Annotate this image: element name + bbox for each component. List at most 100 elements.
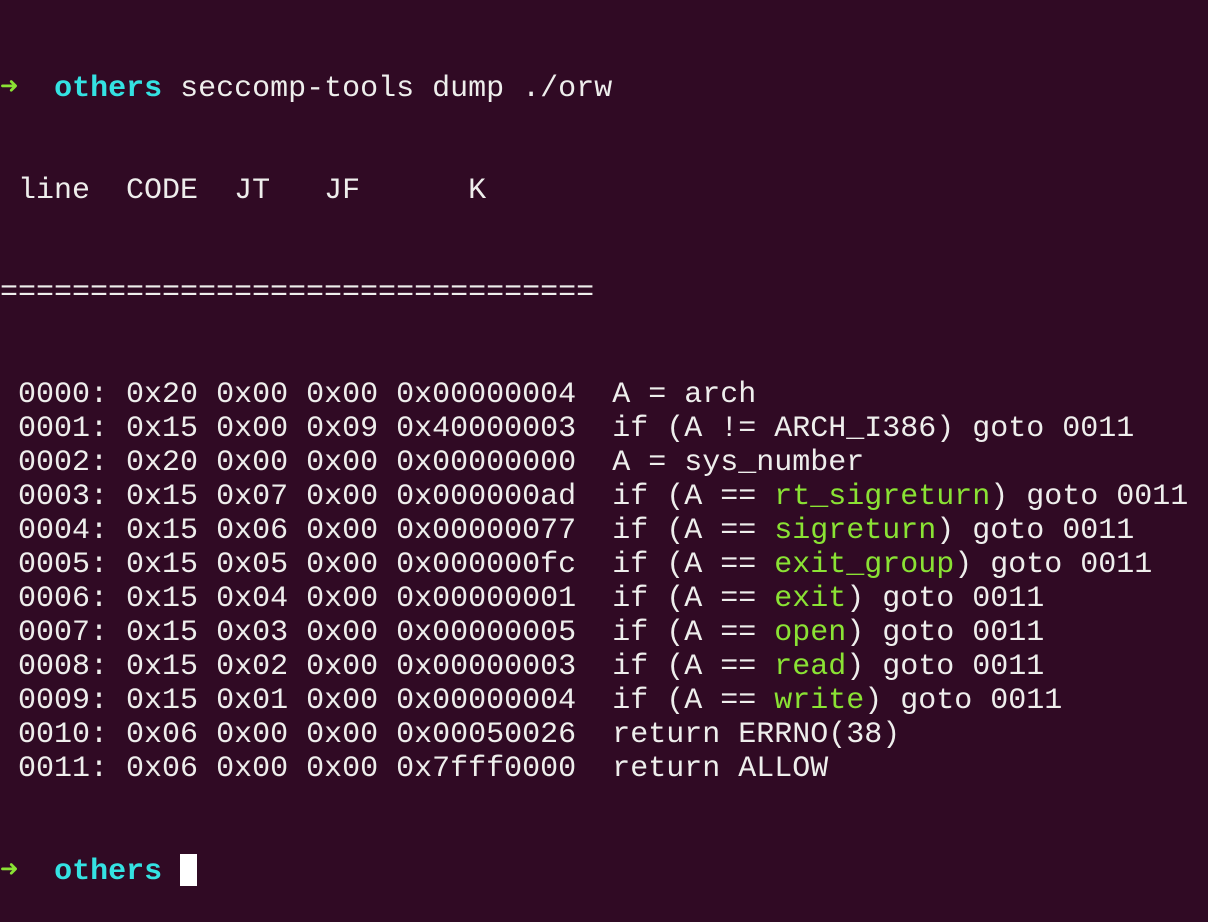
prompt-arrow-icon: ➜ xyxy=(0,855,19,889)
command-text: seccomp-tools dump ./orw xyxy=(180,72,613,106)
header-line: line xyxy=(18,174,91,208)
row-jt: 0x00 xyxy=(216,718,289,752)
row-jt: 0x05 xyxy=(216,548,289,582)
filter-row: 0003: 0x15 0x07 0x00 0x000000ad if (A ==… xyxy=(18,480,1189,514)
row-k: 0x00000000 xyxy=(396,446,577,480)
row-jf: 0x09 xyxy=(306,412,379,446)
row-statement-end: ) goto 0011 xyxy=(954,548,1153,582)
row-jt: 0x00 xyxy=(216,412,289,446)
row-k: 0x00000004 xyxy=(396,378,577,412)
prompt-directory: others xyxy=(54,855,163,889)
row-code: 0x15 xyxy=(126,582,199,616)
row-statement-end: ) goto 0011 xyxy=(846,582,1045,616)
header-jt: JT xyxy=(234,174,271,208)
final-prompt[interactable]: ➜ others xyxy=(0,854,1188,889)
row-statement: if (A == xyxy=(612,548,775,582)
filter-row: 0009: 0x15 0x01 0x00 0x00000004 if (A ==… xyxy=(18,684,1063,718)
row-line: 0004 xyxy=(18,514,91,548)
filter-rows: 0000: 0x20 0x00 0x00 0x00000004 A = arch… xyxy=(0,378,1188,786)
row-line: 0009 xyxy=(18,684,91,718)
row-jf: 0x00 xyxy=(306,446,379,480)
row-jt: 0x06 xyxy=(216,514,289,548)
row-k: 0x000000fc xyxy=(396,548,577,582)
row-code: 0x06 xyxy=(126,718,199,752)
row-line: 0001 xyxy=(18,412,91,446)
row-jt: 0x04 xyxy=(216,582,289,616)
row-statement: if (A == xyxy=(612,480,775,514)
row-jf: 0x00 xyxy=(306,650,379,684)
row-code: 0x15 xyxy=(126,684,199,718)
row-k: 0x00000001 xyxy=(396,582,577,616)
prompt-arrow-icon: ➜ xyxy=(0,72,19,106)
row-syscall: exit_group xyxy=(774,548,955,582)
row-jt: 0x00 xyxy=(216,446,289,480)
row-statement: if (A == xyxy=(612,684,775,718)
row-syscall: write xyxy=(774,684,865,718)
row-jf: 0x00 xyxy=(306,718,379,752)
row-k: 0x40000003 xyxy=(396,412,577,446)
row-k: 0x00000004 xyxy=(396,684,577,718)
header-jf: JF xyxy=(324,174,361,208)
row-jf: 0x00 xyxy=(306,480,379,514)
filter-row: 0006: 0x15 0x04 0x00 0x00000001 if (A ==… xyxy=(18,582,1045,616)
row-jf: 0x00 xyxy=(306,548,379,582)
cursor xyxy=(180,854,198,886)
row-statement: A = sys_number xyxy=(612,446,865,480)
filter-row: 0001: 0x15 0x00 0x09 0x40000003 if (A !=… xyxy=(18,412,1135,446)
row-line: 0011 xyxy=(18,752,91,786)
filter-row: 0010: 0x06 0x00 0x00 0x00050026 return E… xyxy=(18,718,901,752)
row-statement: return ALLOW xyxy=(612,752,829,786)
row-code: 0x15 xyxy=(126,548,199,582)
row-statement: return ERRNO(38) xyxy=(612,718,901,752)
row-k: 0x00000077 xyxy=(396,514,577,548)
row-jf: 0x00 xyxy=(306,684,379,718)
row-statement: if (A == xyxy=(612,582,775,616)
row-statement: if (A == xyxy=(612,514,775,548)
row-line: 0007 xyxy=(18,616,91,650)
row-line: 0010 xyxy=(18,718,91,752)
row-statement-end: ) goto 0011 xyxy=(846,616,1045,650)
filter-row: 0002: 0x20 0x00 0x00 0x00000000 A = sys_… xyxy=(18,446,865,480)
filter-row: 0008: 0x15 0x02 0x00 0x00000003 if (A ==… xyxy=(18,650,1045,684)
row-code: 0x20 xyxy=(126,378,199,412)
row-statement-end: ) goto 0011 xyxy=(936,514,1135,548)
filter-row: 0005: 0x15 0x05 0x00 0x000000fc if (A ==… xyxy=(18,548,1153,582)
row-statement-end: ) goto 0011 xyxy=(864,684,1063,718)
row-code: 0x15 xyxy=(126,480,199,514)
terminal[interactable]: ➜ others seccomp-tools dump ./orw line C… xyxy=(0,4,1188,922)
row-line: 0005 xyxy=(18,548,91,582)
row-statement-end: ) goto 0011 xyxy=(846,650,1045,684)
row-line: 0003 xyxy=(18,480,91,514)
row-jt: 0x00 xyxy=(216,378,289,412)
filter-row: 0000: 0x20 0x00 0x00 0x00000004 A = arch xyxy=(18,378,757,412)
row-k: 0x00050026 xyxy=(396,718,577,752)
row-code: 0x15 xyxy=(126,412,199,446)
row-jt: 0x02 xyxy=(216,650,289,684)
filter-row: 0007: 0x15 0x03 0x00 0x00000005 if (A ==… xyxy=(18,616,1045,650)
row-jf: 0x00 xyxy=(306,752,379,786)
command-line: ➜ others seccomp-tools dump ./orw xyxy=(0,72,1188,106)
row-code: 0x06 xyxy=(126,752,199,786)
row-code: 0x20 xyxy=(126,446,199,480)
row-syscall: read xyxy=(774,650,847,684)
row-k: 0x7fff0000 xyxy=(396,752,577,786)
separator: ================================= xyxy=(0,276,595,310)
row-statement: if (A == xyxy=(612,650,775,684)
header-k: K xyxy=(468,174,487,208)
row-code: 0x15 xyxy=(126,650,199,684)
row-jt: 0x00 xyxy=(216,752,289,786)
row-syscall: sigreturn xyxy=(774,514,937,548)
row-k: 0x000000ad xyxy=(396,480,577,514)
row-jt: 0x07 xyxy=(216,480,289,514)
header-code: CODE xyxy=(126,174,199,208)
row-syscall: open xyxy=(774,616,847,650)
row-syscall: exit xyxy=(774,582,847,616)
row-code: 0x15 xyxy=(126,514,199,548)
row-statement-end: ) goto 0011 xyxy=(990,480,1189,514)
filter-row: 0004: 0x15 0x06 0x00 0x00000077 if (A ==… xyxy=(18,514,1135,548)
row-k: 0x00000005 xyxy=(396,616,577,650)
row-line: 0002 xyxy=(18,446,91,480)
filter-row: 0011: 0x06 0x00 0x00 0x7fff0000 return A… xyxy=(18,752,829,786)
row-line: 0006 xyxy=(18,582,91,616)
row-jf: 0x00 xyxy=(306,616,379,650)
